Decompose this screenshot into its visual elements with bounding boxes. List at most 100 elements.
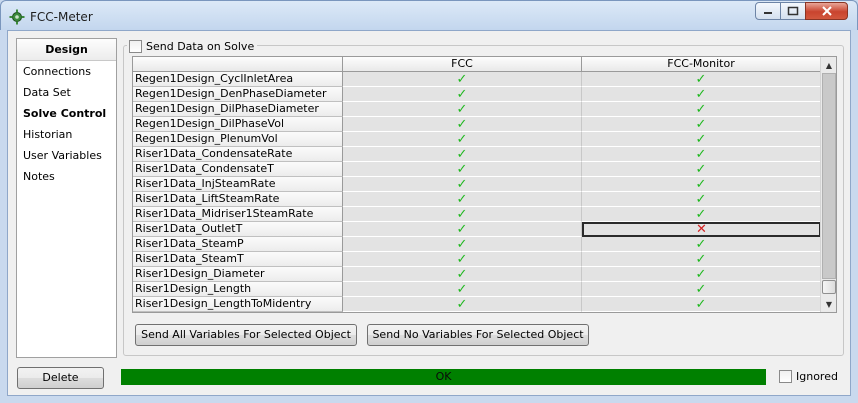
fcc-status-cell[interactable]: ✓ xyxy=(343,72,582,87)
title-bar[interactable]: FCC-Meter xyxy=(0,0,858,30)
row-label[interactable]: Riser1Data_Midriser1SteamRate xyxy=(133,207,343,222)
check-icon: ✓ xyxy=(695,296,707,312)
grid-row[interactable]: Riser1Data_CondensateT ✓ ✓ xyxy=(133,162,821,177)
fcc-monitor-status-cell[interactable]: ✓ xyxy=(582,282,821,297)
delete-button[interactable]: Delete xyxy=(17,367,104,389)
fcc-monitor-status-cell[interactable]: ✓ xyxy=(582,237,821,252)
fcc-monitor-status-cell[interactable]: ✓ xyxy=(582,102,821,117)
row-label[interactable]: Riser1Data_SteamP xyxy=(133,237,343,252)
fcc-status-cell[interactable]: ✓ xyxy=(343,87,582,102)
window-controls xyxy=(755,2,848,20)
row-label[interactable]: Riser1Data_SteamT xyxy=(133,252,343,267)
nav-item-historian[interactable]: Historian xyxy=(17,124,116,145)
fcc-status-cell[interactable]: ✓ xyxy=(343,267,582,282)
row-label[interactable]: Riser1Data_OutletT xyxy=(133,222,343,237)
status-bar: OK xyxy=(121,369,766,385)
fcc-monitor-status-cell[interactable]: ✓ xyxy=(582,117,821,132)
grid-row[interactable]: Riser1Data_CondensateRate ✓ ✓ xyxy=(133,147,821,162)
grid-row[interactable]: Regen1Design_DilPhaseDiameter ✓ ✓ xyxy=(133,102,821,117)
app-gear-icon xyxy=(9,9,25,25)
fcc-monitor-status-cell[interactable]: ✕ xyxy=(582,222,821,237)
row-label[interactable]: Riser1Design_Diameter xyxy=(133,267,343,282)
row-label[interactable]: Regen1Design_DilPhaseDiameter xyxy=(133,102,343,117)
check-icon: ✓ xyxy=(695,71,707,87)
fcc-status-cell[interactable]: ✓ xyxy=(343,102,582,117)
row-label[interactable]: Regen1Design_DilPhaseVol xyxy=(133,117,343,132)
row-label[interactable]: Riser1Data_CondensateT xyxy=(133,162,343,177)
row-label[interactable]: Regen1Design_CyclInletArea xyxy=(133,72,343,87)
grid-vertical-scrollbar[interactable]: ▲ ▼ xyxy=(820,57,836,312)
grid-row[interactable]: Riser1Data_OutletT ✓ ✕ xyxy=(133,222,821,237)
row-label[interactable]: Riser1Data_InjSteamRate xyxy=(133,177,343,192)
grid-row[interactable]: Riser1Data_SteamT ✓ ✓ xyxy=(133,252,821,267)
scroll-thumb[interactable] xyxy=(822,280,836,294)
grid-row[interactable]: Regen1Design_CyclInletArea ✓ ✓ xyxy=(133,72,821,87)
scroll-up-icon[interactable]: ▲ xyxy=(821,57,836,73)
check-icon: ✓ xyxy=(695,146,707,162)
fcc-monitor-status-cell[interactable]: ✓ xyxy=(582,177,821,192)
row-label[interactable]: Riser1Design_Length xyxy=(133,282,343,297)
grid-row[interactable]: Riser1Data_InjSteamRate ✓ ✓ xyxy=(133,177,821,192)
send-on-solve-checkbox[interactable] xyxy=(129,39,142,53)
ignored-checkbox[interactable] xyxy=(779,370,792,383)
fcc-status-cell[interactable]: ✓ xyxy=(343,282,582,297)
minimize-button[interactable] xyxy=(755,2,781,20)
grid-row[interactable]: Regen1Design_PlenumVol ✓ ✓ xyxy=(133,132,821,147)
fcc-status-cell[interactable]: ✓ xyxy=(343,147,582,162)
fcc-monitor-status-cell[interactable]: ✓ xyxy=(582,252,821,267)
nav-item-connections[interactable]: Connections xyxy=(17,61,116,82)
fcc-monitor-status-cell[interactable]: ✓ xyxy=(582,72,821,87)
fcc-status-cell[interactable]: ✓ xyxy=(343,117,582,132)
fcc-status-cell[interactable]: ✓ xyxy=(343,162,582,177)
fcc-status-cell[interactable]: ✓ xyxy=(343,132,582,147)
fcc-monitor-status-cell[interactable]: ✓ xyxy=(582,132,821,147)
scroll-down-icon[interactable]: ▼ xyxy=(821,296,836,312)
nav-item-data-set[interactable]: Data Set xyxy=(17,82,116,103)
send-all-variables-button[interactable]: Send All Variables For Selected Object xyxy=(135,324,357,346)
fcc-monitor-status-cell[interactable]: ✓ xyxy=(582,207,821,222)
fcc-monitor-status-cell[interactable]: ✓ xyxy=(582,87,821,102)
maximize-button[interactable] xyxy=(780,2,806,20)
grid-row[interactable]: Riser1Data_SteamP ✓ ✓ xyxy=(133,237,821,252)
check-icon: ✓ xyxy=(456,266,468,282)
close-button[interactable] xyxy=(805,2,848,20)
fcc-monitor-status-cell[interactable]: ✓ xyxy=(582,147,821,162)
column-header-fcc[interactable]: FCC xyxy=(343,57,582,72)
row-label[interactable]: Riser1Design_LengthToMidentry xyxy=(133,297,343,312)
check-icon: ✓ xyxy=(695,236,707,252)
window-title: FCC-Meter xyxy=(30,10,93,24)
grid-row[interactable]: Riser1Design_LengthToMidentry ✓ ✓ xyxy=(133,297,821,312)
ignored-option[interactable]: Ignored xyxy=(779,370,838,383)
send-on-solve-option[interactable]: Send Data on Solve xyxy=(127,38,258,54)
grid-row[interactable]: Riser1Design_Diameter ✓ ✓ xyxy=(133,267,821,282)
row-label[interactable]: Riser1Data_CondensateRate xyxy=(133,147,343,162)
fcc-monitor-status-cell[interactable]: ✓ xyxy=(582,162,821,177)
fcc-status-cell[interactable]: ✓ xyxy=(343,252,582,267)
check-icon: ✓ xyxy=(456,116,468,132)
grid-row[interactable]: Riser1Design_Length ✓ ✓ xyxy=(133,282,821,297)
nav-item-solve-control[interactable]: Solve Control xyxy=(17,103,116,124)
fcc-monitor-status-cell[interactable]: ✓ xyxy=(582,267,821,282)
check-icon: ✓ xyxy=(456,296,468,312)
fcc-status-cell[interactable]: ✓ xyxy=(343,207,582,222)
row-label[interactable]: Riser1Data_LiftSteamRate xyxy=(133,192,343,207)
fcc-status-cell[interactable]: ✓ xyxy=(343,297,582,312)
fcc-status-cell[interactable]: ✓ xyxy=(343,177,582,192)
grid-row[interactable]: Riser1Data_LiftSteamRate ✓ ✓ xyxy=(133,192,821,207)
grid-row[interactable]: Regen1Design_DilPhaseVol ✓ ✓ xyxy=(133,117,821,132)
variables-grid[interactable]: FCC FCC-Monitor Regen1Design_CyclInletAr… xyxy=(132,56,837,313)
nav-item-notes[interactable]: Notes xyxy=(17,166,116,187)
row-label[interactable]: Regen1Design_PlenumVol xyxy=(133,132,343,147)
row-label[interactable]: Regen1Design_DenPhaseDiameter xyxy=(133,87,343,102)
nav-item-user-variables[interactable]: User Variables xyxy=(17,145,116,166)
fcc-monitor-status-cell[interactable]: ✓ xyxy=(582,192,821,207)
fcc-status-cell[interactable]: ✓ xyxy=(343,237,582,252)
grid-row[interactable]: Riser1Data_Midriser1SteamRate ✓ ✓ xyxy=(133,207,821,222)
fcc-status-cell[interactable]: ✓ xyxy=(343,192,582,207)
fcc-monitor-status-cell[interactable]: ✓ xyxy=(582,297,821,312)
grid-row[interactable]: Regen1Design_DenPhaseDiameter ✓ ✓ xyxy=(133,87,821,102)
scroll-track[interactable] xyxy=(822,73,836,279)
send-no-variables-button[interactable]: Send No Variables For Selected Object xyxy=(367,324,589,346)
column-header-fcc-monitor[interactable]: FCC-Monitor xyxy=(582,57,821,72)
fcc-status-cell[interactable]: ✓ xyxy=(343,222,582,237)
